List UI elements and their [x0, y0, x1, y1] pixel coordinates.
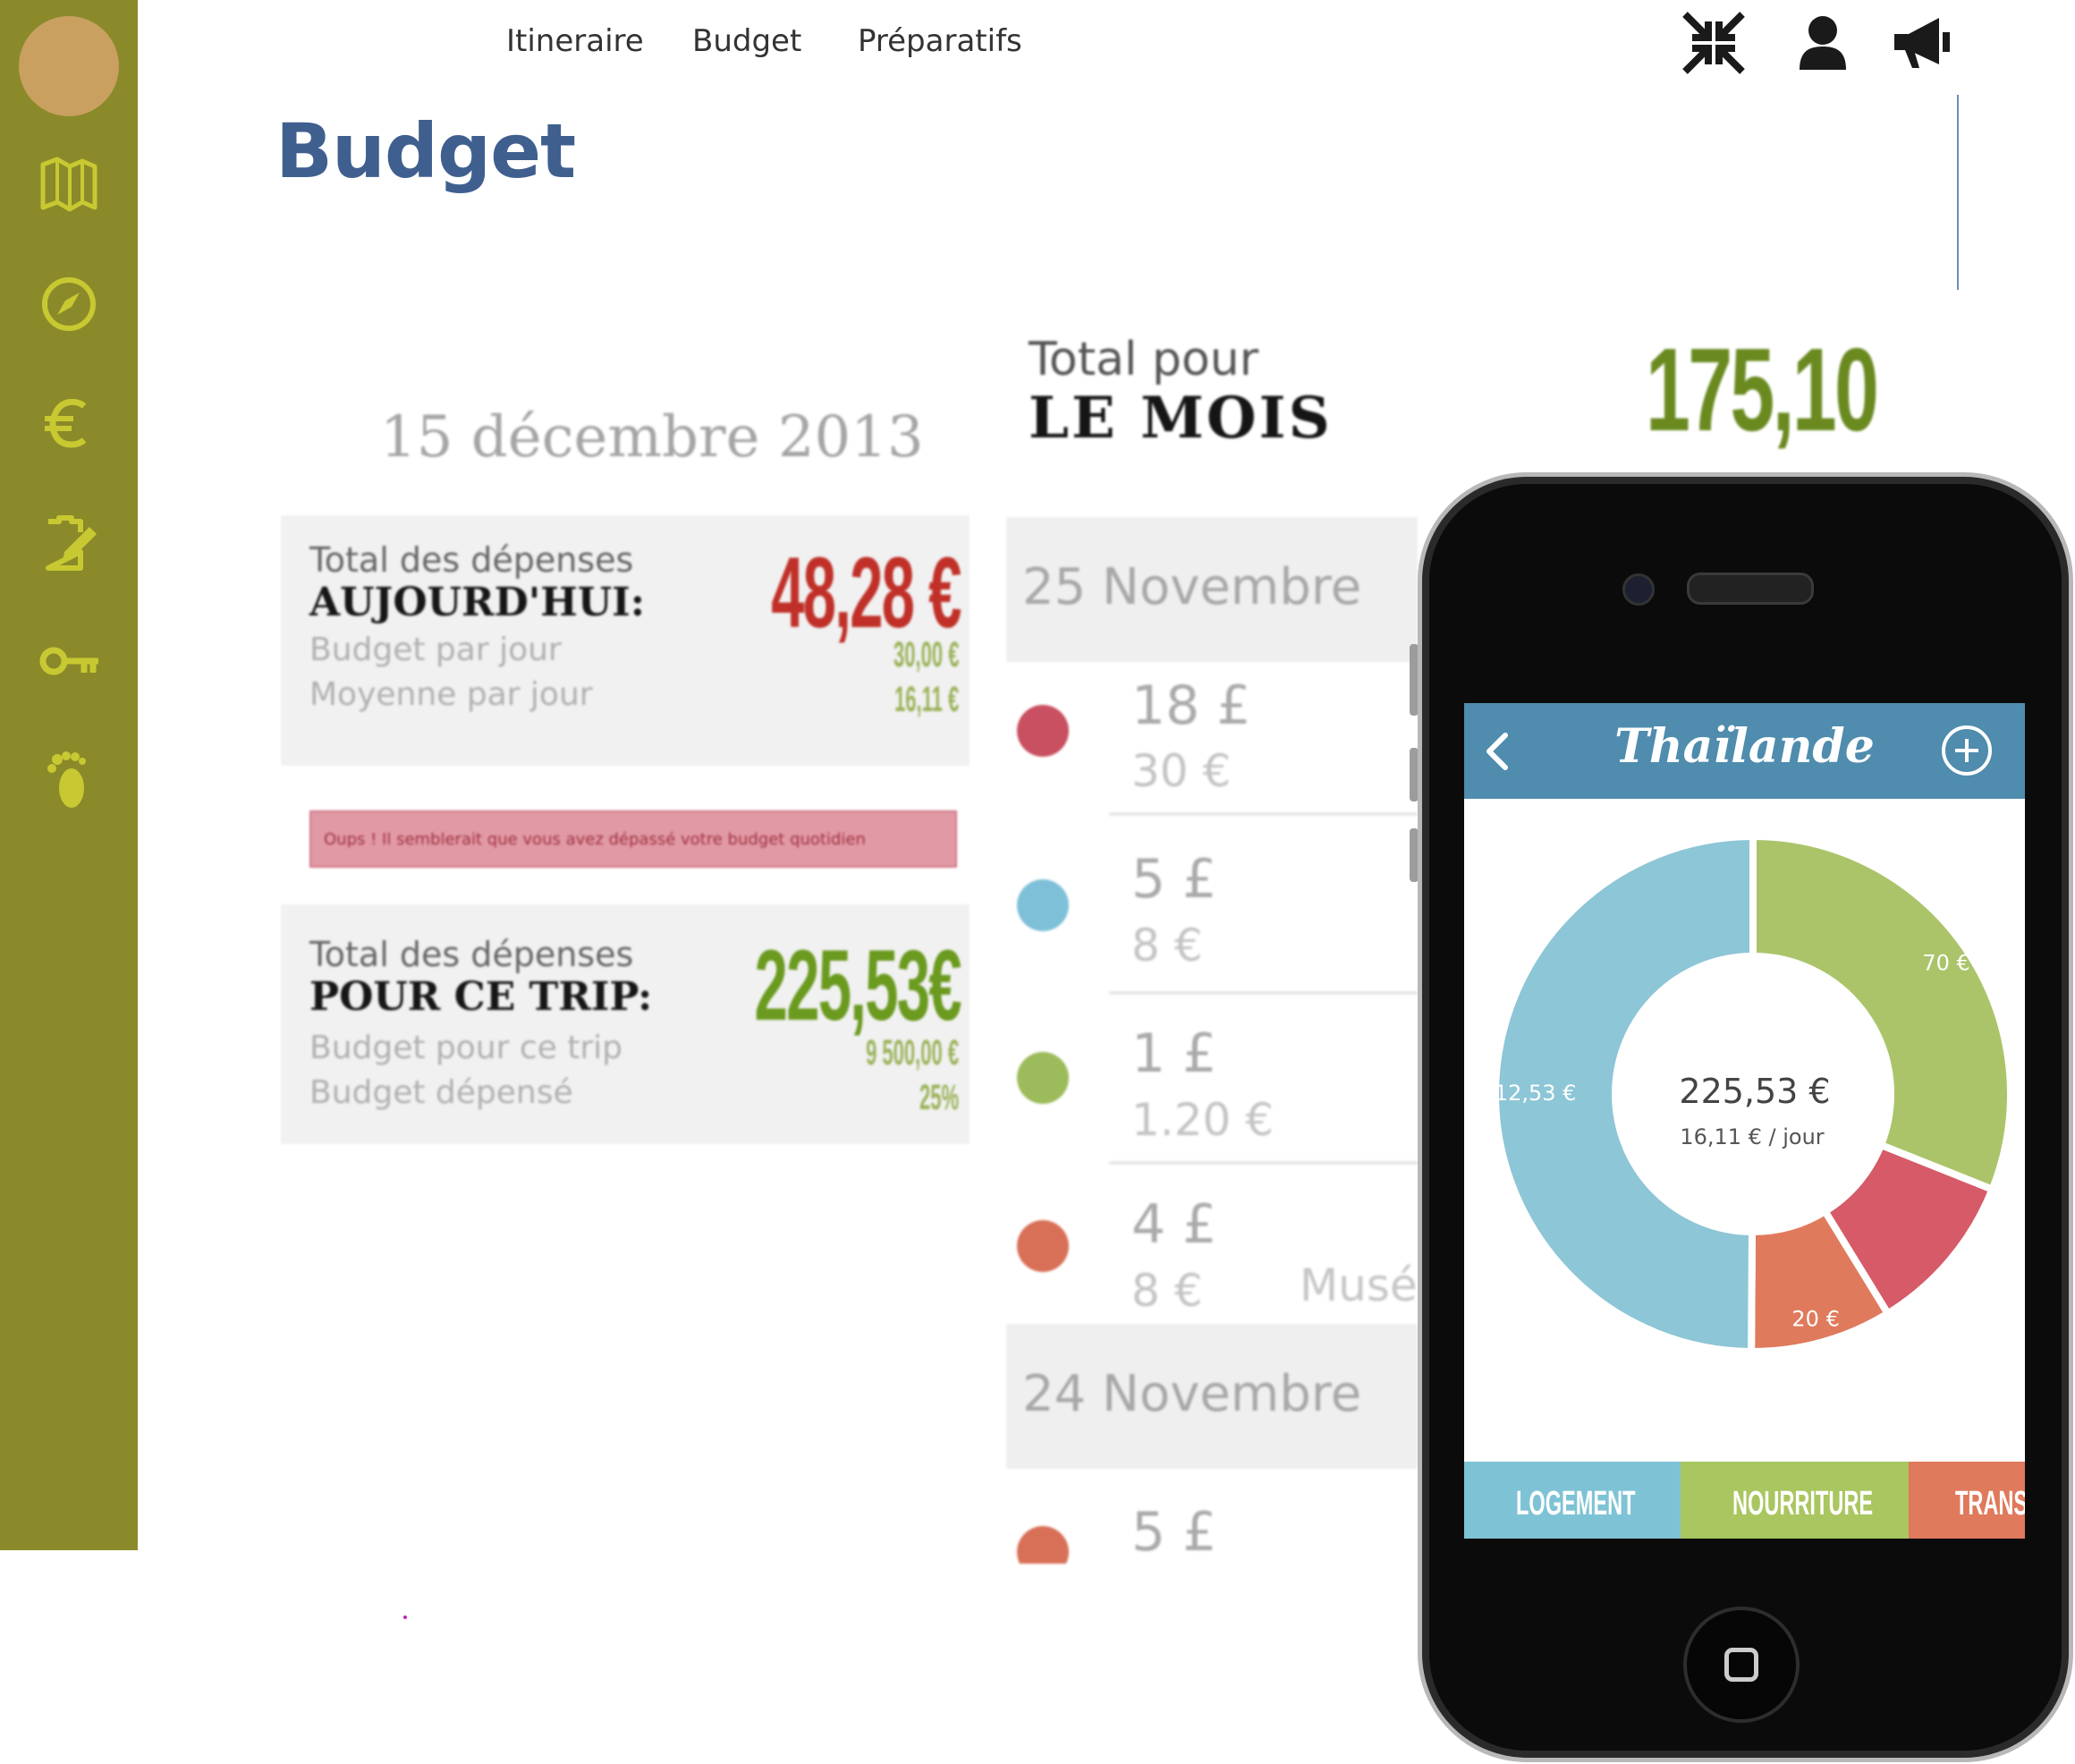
trip-budget-label: Budget pour ce trip — [309, 1030, 623, 1066]
current-date: 15 décembre 2013 — [380, 404, 924, 471]
expense-converted: 1.20 € — [1131, 1094, 1275, 1146]
clipboard-edit-icon[interactable] — [36, 509, 102, 575]
user-icon[interactable] — [1791, 11, 1855, 75]
category-dot — [1017, 705, 1069, 757]
budget-alert: Oups ! Il semblerait que vous avez dépas… — [309, 810, 957, 868]
home-button[interactable] — [1683, 1607, 1800, 1723]
add-icon[interactable] — [1939, 723, 1995, 778]
avatar[interactable] — [19, 16, 119, 116]
day-header: 25 Novembre — [1006, 517, 1418, 662]
trip-label-line2: POUR CE TRIP: — [309, 974, 653, 1020]
sidebar — [0, 0, 138, 1550]
daily-average-label: Moyenne par jour — [309, 676, 593, 713]
nav-preparatifs[interactable]: Préparatifs — [858, 23, 1022, 59]
trip-amount: 225,53€ — [754, 929, 962, 1041]
expense-amount: 5 £ — [1131, 848, 1217, 911]
phone-screen: Thaïlande 112,53 € 70 € 20 € 225,53 € 16… — [1464, 703, 2025, 1539]
decorative-dot — [403, 1616, 407, 1619]
chart-center-amount: 225,53 € — [1679, 1072, 1830, 1111]
vertical-divider — [1957, 95, 1959, 290]
nav-budget[interactable]: Budget — [692, 23, 801, 59]
tab-transport[interactable]: TRANS — [1909, 1462, 2025, 1539]
spent-budget-label: Budget dépensé — [309, 1074, 573, 1111]
expense-amount: 1 £ — [1131, 1022, 1217, 1085]
expense-converted: 30 € — [1131, 745, 1232, 797]
category-dot — [1017, 1052, 1069, 1104]
camera-icon — [1622, 573, 1655, 606]
month-total-label-line2: LE MOIS — [1029, 385, 1333, 452]
tab-nourriture-label: NOURRITURE — [1732, 1485, 1874, 1522]
footprint-icon[interactable] — [36, 747, 102, 813]
tab-logement[interactable]: LOGEMENT — [1464, 1462, 1681, 1539]
trip-budget-value: 9 500,00 € — [866, 1033, 959, 1073]
chart-center-subtitle: 16,11 € / jour — [1680, 1124, 1825, 1149]
tab-transport-label: TRANS — [1955, 1485, 2025, 1522]
trip-expenses-card: Total des dépenses POUR CE TRIP: Budget … — [281, 904, 970, 1144]
euro-icon[interactable] — [36, 390, 102, 456]
daily-budget-value: 30,00 € — [893, 635, 959, 674]
speaker-grille — [1687, 572, 1814, 605]
slice-label-logement: 112,53 € — [1481, 1081, 1577, 1106]
divider — [1109, 1161, 1418, 1165]
category-tabs: LOGEMENT NOURRITURE TRANS — [1464, 1462, 2025, 1539]
category-dot — [1017, 879, 1069, 931]
app-header: Thaïlande — [1464, 703, 2025, 799]
category-dot — [1017, 1220, 1069, 1272]
key-icon[interactable] — [36, 628, 102, 694]
expense-day-list: 25 Novembre 18 £ 30 € 5 £ 8 € 1 £ 1.20 €… — [1006, 517, 1418, 1564]
expense-donut-chart: 112,53 € 70 € 20 € 225,53 € 16,11 € / jo… — [1481, 832, 2014, 1356]
slice-label-transport: 20 € — [1791, 1306, 1839, 1331]
trip-label-line1: Total des dépenses — [309, 935, 634, 974]
divider — [1109, 991, 1418, 995]
compass-icon[interactable] — [36, 271, 102, 337]
slice-label-nourriture: 70 € — [1922, 951, 1969, 976]
today-label-line2: AUJOURD'HUI: — [309, 580, 645, 625]
expense-converted: 8 € — [1131, 920, 1203, 971]
megaphone-icon[interactable] — [1889, 11, 1953, 75]
spent-budget-value: 25% — [919, 1078, 959, 1117]
expense-amount: 18 £ — [1131, 674, 1251, 737]
page-title: Budget — [275, 107, 576, 195]
month-total-label-line1: Total pour — [1029, 333, 1259, 386]
day-label: 25 Novembre — [1022, 558, 1362, 616]
today-amount: 48,28 € — [771, 537, 961, 649]
nav-itineraire[interactable]: Itineraire — [506, 23, 644, 59]
divider — [1109, 812, 1418, 816]
tab-nourriture[interactable]: NOURRITURE — [1681, 1462, 1909, 1539]
expense-converted: 8 € — [1131, 1265, 1203, 1317]
daily-budget-label: Budget par jour — [309, 632, 562, 668]
today-label-line1: Total des dépenses — [309, 540, 634, 580]
home-square-icon — [1724, 1648, 1758, 1682]
map-icon[interactable] — [36, 152, 102, 218]
today-expenses-card: Total des dépenses AUJOURD'HUI: Budget p… — [281, 515, 970, 766]
expense-amount: 4 £ — [1131, 1193, 1217, 1256]
budget-alert-text: Oups ! Il semblerait que vous avez dépas… — [324, 830, 866, 849]
daily-average-value: 16,11 € — [894, 680, 959, 719]
day-header: 24 Novembre — [1006, 1324, 1418, 1469]
tab-logement-label: LOGEMENT — [1516, 1485, 1636, 1522]
expense-amount: 5 £ — [1131, 1501, 1217, 1564]
expense-place: Musé — [1300, 1259, 1418, 1311]
day-label: 24 Novembre — [1022, 1365, 1362, 1423]
collapse-icon[interactable] — [1681, 11, 1746, 75]
category-dot — [1017, 1526, 1069, 1564]
